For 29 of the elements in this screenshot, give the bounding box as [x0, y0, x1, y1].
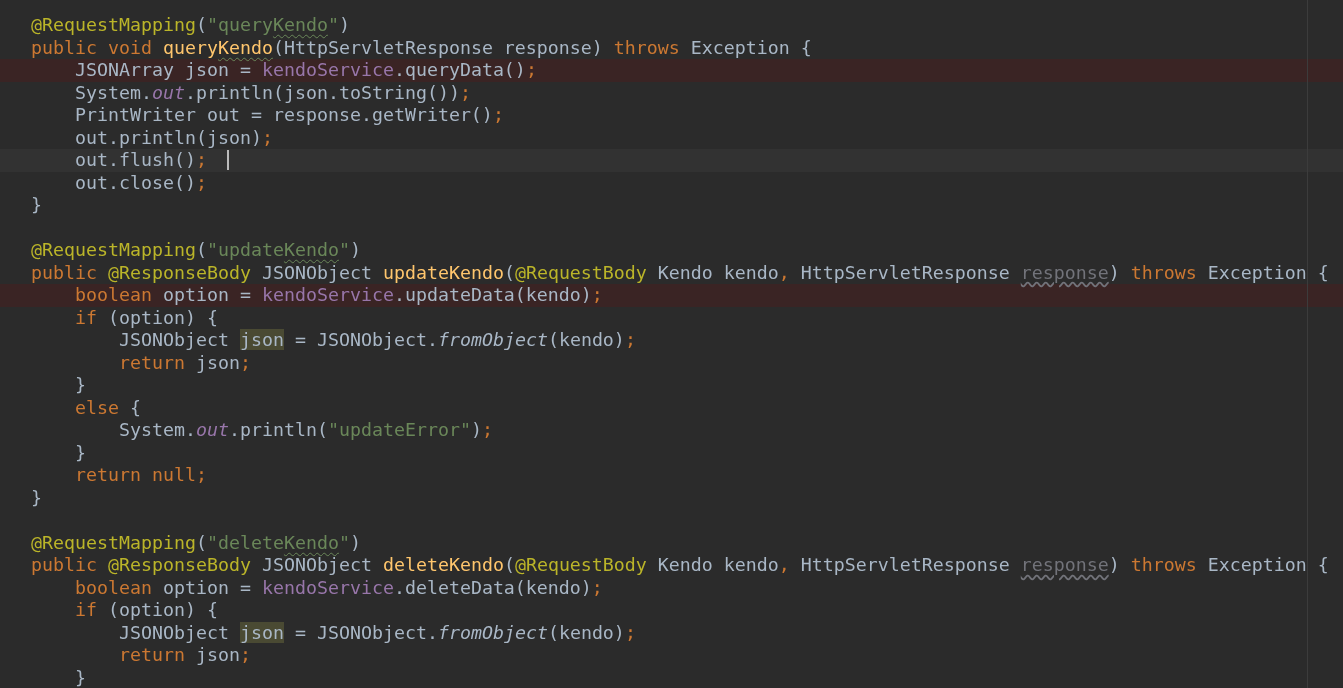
code-line: JSONObject json = JSONObject.fromObject(kendo);: [117, 621, 636, 644]
code-line: public @ResponseBody JSONObject deleteKendo(@RequestBody Kendo kendo, HttpServletResponse response) throws Exception {: [31, 554, 1329, 577]
code-line: System.out.println(json.toString());: [74, 81, 471, 104]
code-line: public @ResponseBody JSONObject updateKendo(@RequestBody Kendo kendo, HttpServletResponse response) throws Exception {: [31, 261, 1329, 284]
code-line: }: [31, 194, 42, 217]
code-line: PrintWriter out = response.getWriter();: [74, 104, 504, 127]
code-line: out.println(json);: [74, 126, 273, 149]
code-line: JSONObject json = JSONObject.fromObject(kendo);: [117, 329, 636, 352]
code-line: if (option) {: [74, 599, 218, 622]
code-line: @RequestMapping("deleteKendo"): [31, 531, 361, 554]
code-line: if (option) {: [74, 306, 218, 329]
code-line: }: [74, 441, 86, 464]
code-line: }: [74, 666, 86, 688]
code-line: out.flush();: [74, 149, 207, 172]
code-line: return json;: [117, 644, 251, 667]
text-cursor: [226, 150, 229, 171]
code-line: @RequestMapping("updateKendo"): [31, 239, 361, 262]
code-line: else {: [74, 396, 141, 419]
code-line: boolean option = kendoService.updateData(kendo);: [74, 284, 603, 307]
code-line: return null;: [74, 464, 207, 487]
code-line: @RequestMapping("queryKendo"): [31, 14, 350, 37]
code-line: JSONArray json = kendoService.queryData();: [74, 59, 537, 82]
code-line: System.out.println("updateError");: [117, 419, 493, 442]
code-line: out.close();: [74, 171, 207, 194]
code-line: }: [31, 486, 42, 509]
code-line: boolean option = kendoService.deleteData(kendo);: [74, 576, 603, 599]
code-line: }: [74, 374, 86, 397]
code-line: return json;: [117, 351, 251, 374]
code-line: public void queryKendo(HttpServletResponse response) throws Exception {: [31, 36, 812, 59]
